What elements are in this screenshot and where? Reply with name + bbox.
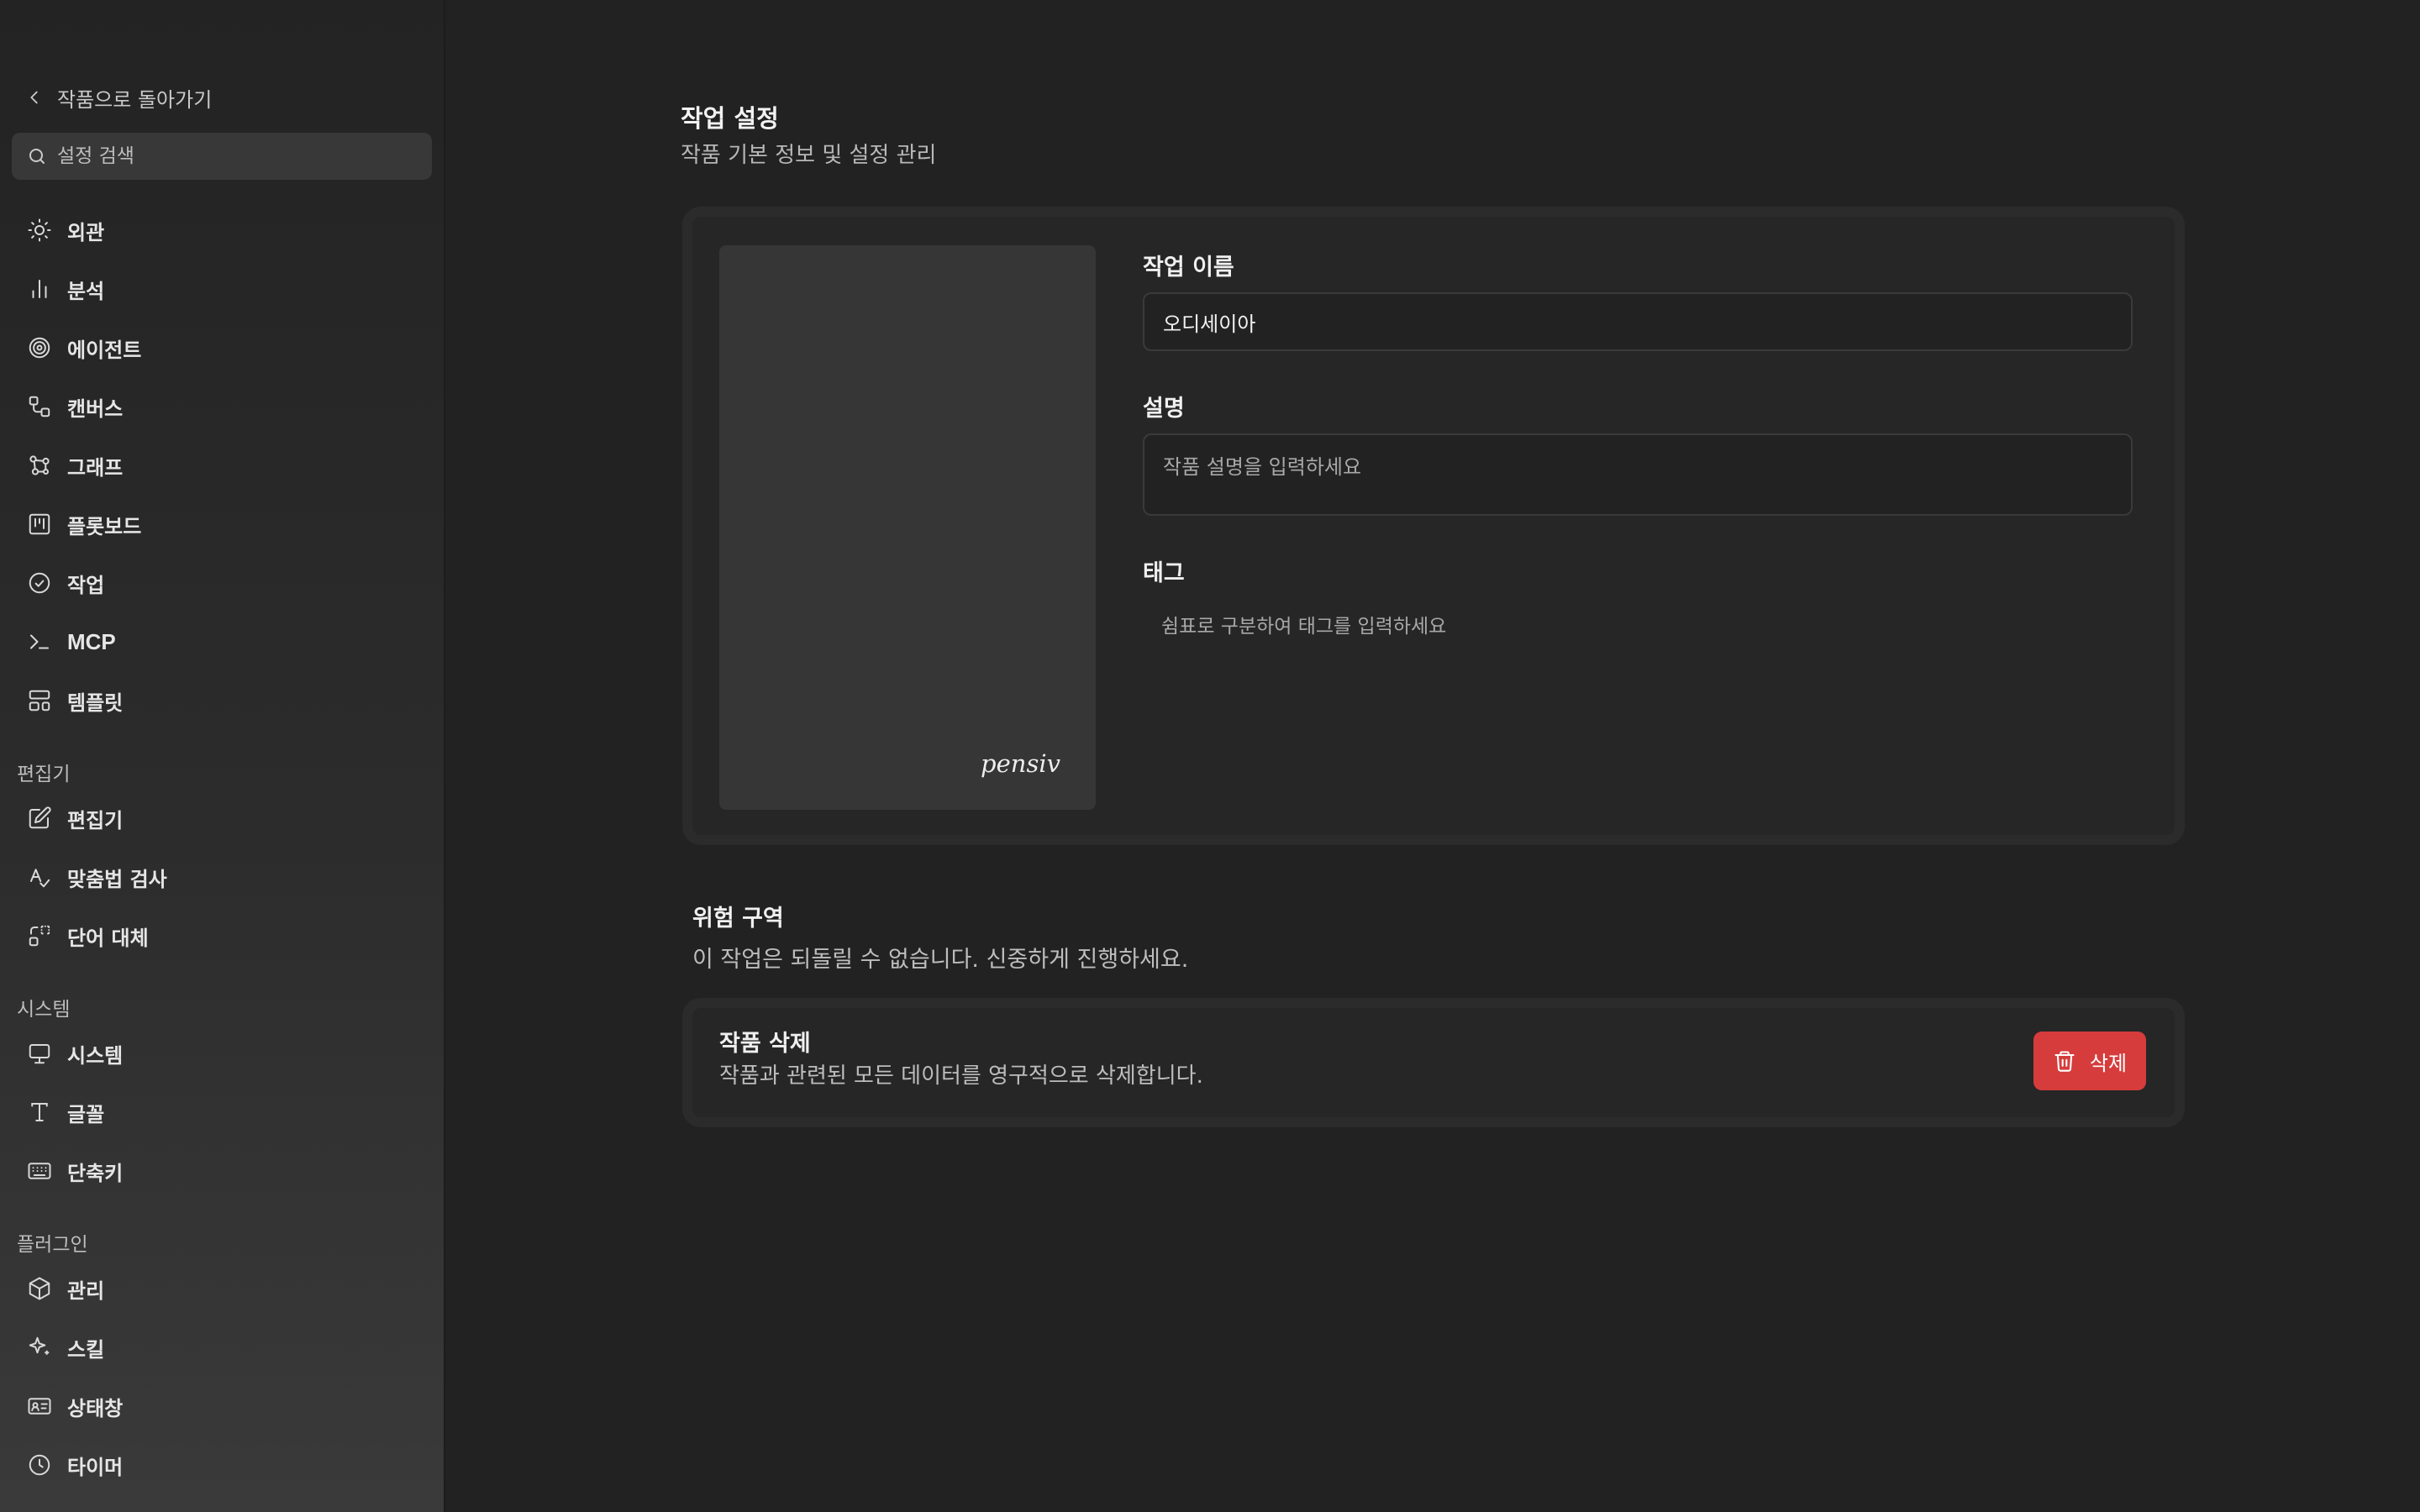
sidebar-item-timer[interactable]: 타이머 xyxy=(12,1441,432,1488)
edit-icon xyxy=(29,806,51,829)
sidebar-item-fonts[interactable]: 글꼴 xyxy=(12,1089,432,1136)
chevron-left-icon xyxy=(30,91,38,104)
sidebar-item-label: 시스템 xyxy=(67,1043,124,1068)
sidebar-item-plotboard[interactable]: 플롯보드 xyxy=(12,501,432,548)
sidebar-item-spellcheck[interactable]: 맞춤법 검사 xyxy=(12,853,432,900)
workflow-icon xyxy=(29,396,50,417)
sidebar-item-label: 글꼴 xyxy=(67,1102,105,1126)
sidebar-item-work[interactable]: 작업 xyxy=(12,559,432,606)
sidebar-item-canvas[interactable]: 캔버스 xyxy=(12,383,432,430)
sidebar-item-agent[interactable]: 에이전트 xyxy=(12,324,432,371)
search-icon xyxy=(29,149,45,164)
sun-icon xyxy=(28,218,51,242)
sidebar-item-label: 관리 xyxy=(67,1278,105,1303)
sidebar-item-editor[interactable]: 편집기 xyxy=(12,795,432,842)
sidebar-item-label: 캔버스 xyxy=(67,396,124,421)
settings-app: 작품으로 돌아가기 외관 분석 에이전트 캔버스 그래프 플롯 xyxy=(0,0,2420,1512)
type-icon xyxy=(31,1103,48,1121)
sidebar-item-label: 에이전트 xyxy=(67,338,142,362)
settings-sidebar: 작품으로 돌아가기 외관 분석 에이전트 캔버스 그래프 플롯 xyxy=(0,0,445,1512)
sidebar-item-graph[interactable]: 그래프 xyxy=(12,442,432,489)
sidebar-item-shortcuts[interactable]: 단축키 xyxy=(12,1147,432,1194)
back-link-label: 작품으로 돌아가기 xyxy=(57,87,213,112)
name-label: 작업 이름 xyxy=(1143,255,1234,281)
sidebar-item-skills[interactable]: 스킬 xyxy=(12,1324,432,1371)
delete-work-title: 작품 삭제 xyxy=(719,1031,811,1057)
sidebar-item-label: 플롯보드 xyxy=(67,514,142,538)
cover-image[interactable]: pensiv xyxy=(719,245,1096,810)
sidebar-item-label: 외관 xyxy=(67,220,105,244)
description-label: 설명 xyxy=(1143,396,1185,422)
delete-button[interactable]: 삭제 xyxy=(2033,1032,2146,1090)
section-label-system: 시스템 xyxy=(17,999,71,1021)
id-card-icon xyxy=(28,1398,51,1415)
delete-work-description: 작품과 관련된 모든 데이터를 영구적으로 삭제합니다. xyxy=(719,1063,1203,1089)
settings-search-input[interactable] xyxy=(57,145,410,167)
danger-zone-description: 이 작업은 되돌릴 수 없습니다. 신중하게 진행하세요. xyxy=(692,947,1189,973)
sidebar-item-system[interactable]: 시스템 xyxy=(12,1030,432,1077)
terminal-icon xyxy=(30,634,49,649)
sidebar-item-templates[interactable]: 템플릿 xyxy=(12,677,432,724)
description-textarea[interactable] xyxy=(1143,433,2133,516)
sidebar-item-label: MCP xyxy=(67,628,116,654)
sidebar-item-label: 맞춤법 검사 xyxy=(67,867,167,891)
trash-icon xyxy=(2054,1051,2075,1072)
page-title: 작업 설정 xyxy=(681,104,779,133)
package-icon xyxy=(29,1277,50,1300)
graph-icon xyxy=(29,455,50,475)
page-subtitle: 작품 기본 정보 및 설정 관리 xyxy=(681,143,937,168)
delete-button-label: 삭제 xyxy=(2089,1051,2128,1075)
tags-label: 태그 xyxy=(1143,560,1185,586)
sidebar-item-appearance[interactable]: 외관 xyxy=(12,207,432,254)
sidebar-item-status-bar[interactable]: 상태창 xyxy=(12,1383,432,1430)
clock-icon xyxy=(29,1454,50,1476)
settings-search[interactable] xyxy=(12,133,432,180)
sidebar-item-label: 그래프 xyxy=(67,455,124,480)
spiral-icon xyxy=(29,337,50,359)
sidebar-item-label: 상태창 xyxy=(67,1396,124,1420)
layout-template-icon xyxy=(29,690,50,711)
sidebar-item-label: 스킬 xyxy=(67,1337,105,1362)
sidebar-item-label: 단어 대체 xyxy=(67,926,149,950)
keyboard-icon xyxy=(28,1163,51,1179)
section-label-plugins: 플러그인 xyxy=(17,1234,88,1256)
check-circle-icon xyxy=(29,572,50,594)
kanban-icon xyxy=(29,513,50,535)
sidebar-item-label: 편집기 xyxy=(67,808,124,832)
sidebar-item-label: 타이머 xyxy=(67,1455,124,1479)
section-label-editor: 편집기 xyxy=(17,764,71,785)
danger-zone-title: 위험 구역 xyxy=(692,906,784,932)
sidebar-item-label: 작업 xyxy=(67,573,105,597)
sidebar-item-mcp[interactable]: MCP xyxy=(12,618,432,665)
cover-logo: pensiv xyxy=(981,749,1060,778)
spell-check-icon xyxy=(30,869,50,888)
sidebar-item-label: 단축키 xyxy=(67,1161,124,1185)
tags-input[interactable] xyxy=(1143,610,2133,643)
replace-icon xyxy=(29,925,50,947)
sidebar-item-label: 템플릿 xyxy=(67,690,124,715)
bar-chart-icon xyxy=(32,280,47,298)
sidebar-item-manage[interactable]: 관리 xyxy=(12,1265,432,1312)
work-name-input[interactable] xyxy=(1143,292,2133,351)
sparkles-icon xyxy=(29,1336,50,1355)
back-to-work-link[interactable]: 작품으로 돌아가기 xyxy=(25,81,212,114)
sidebar-item-word-replace[interactable]: 단어 대체 xyxy=(12,912,432,959)
monitor-icon xyxy=(29,1044,50,1064)
sidebar-item-label: 분석 xyxy=(67,279,105,303)
sidebar-item-analytics[interactable]: 분석 xyxy=(12,265,432,312)
